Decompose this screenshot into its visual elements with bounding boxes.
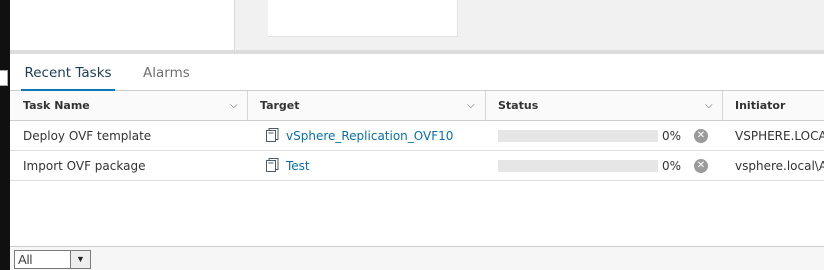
recent-tasks-panel: Recent Tasks Alarms Task Name ⌵ Target ⌵… <box>10 54 824 270</box>
cancel-icon[interactable]: ✕ <box>694 159 708 173</box>
column-label: Target <box>260 99 300 112</box>
tab-bar: Recent Tasks Alarms <box>10 54 824 92</box>
tasks-grid: Task Name ⌵ Target ⌵ Status ⌵ Initiator … <box>10 91 824 181</box>
progress-bar <box>498 160 658 172</box>
initiator: vsphere.local\A <box>735 159 824 173</box>
vm-template-icon <box>266 128 279 142</box>
chevron-down-icon[interactable]: ⌵ <box>705 91 713 121</box>
grid-footer: All ▼ <box>10 246 824 270</box>
table-row[interactable]: Deploy OVF template vSphere_Replication_… <box>10 121 824 151</box>
column-label: Status <box>498 99 539 112</box>
progress-percent: 0% <box>662 129 682 143</box>
column-header-task-name[interactable]: Task Name ⌵ <box>10 91 246 121</box>
grid-header: Task Name ⌵ Target ⌵ Status ⌵ Initiator <box>10 91 824 121</box>
content-card <box>268 0 458 37</box>
navigator-pane <box>10 0 235 50</box>
progress-percent: 0% <box>662 159 682 173</box>
target-link[interactable]: Test <box>286 151 310 181</box>
chevron-down-icon[interactable]: ▼ <box>70 251 90 268</box>
initiator: VSPHERE.LOCA <box>735 129 824 143</box>
column-header-initiator[interactable]: Initiator <box>722 91 824 121</box>
column-label: Task Name <box>23 99 90 112</box>
progress-bar <box>498 130 658 142</box>
chevron-down-icon[interactable]: ⌵ <box>230 91 238 121</box>
target-link[interactable]: vSphere_Replication_OVF10 <box>286 121 453 151</box>
column-header-target[interactable]: Target ⌵ <box>247 91 485 121</box>
left-edge <box>0 0 10 270</box>
chevron-down-icon[interactable]: ⌵ <box>467 91 475 121</box>
collapsed-control[interactable] <box>0 70 8 86</box>
cancel-icon[interactable]: ✕ <box>694 129 708 143</box>
vm-template-icon <box>266 158 279 172</box>
task-name: Import OVF package <box>23 159 146 173</box>
column-header-status[interactable]: Status ⌵ <box>485 91 722 121</box>
tab-alarms[interactable]: Alarms <box>143 54 190 91</box>
table-row[interactable]: Import OVF package Test 0% ✕ vsphere.loc… <box>10 151 824 181</box>
filter-selected-value: All <box>18 252 33 267</box>
task-filter-select[interactable]: All ▼ <box>14 250 91 269</box>
column-label: Initiator <box>735 99 786 112</box>
task-name: Deploy OVF template <box>23 129 152 143</box>
tab-recent-tasks[interactable]: Recent Tasks <box>21 54 115 92</box>
